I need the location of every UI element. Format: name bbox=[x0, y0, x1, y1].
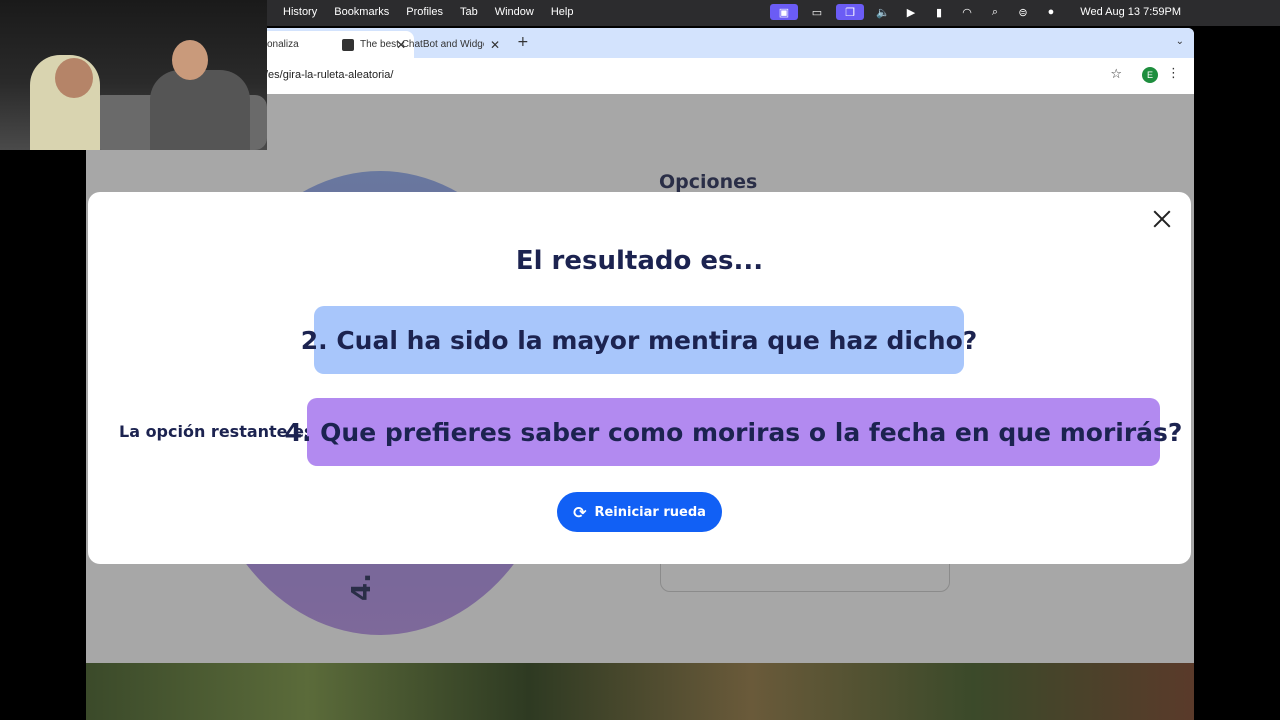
tab-label: The best ChatBot and Widget bbox=[360, 39, 484, 50]
remaining-box: 4. Que prefieres saber como moriras o la… bbox=[285, 398, 1182, 466]
close-icon[interactable] bbox=[1151, 208, 1173, 230]
play-icon[interactable]: ▶ bbox=[902, 4, 920, 20]
result-box: 2. Cual ha sido la mayor mentira que haz… bbox=[301, 306, 977, 374]
menu-bookmarks[interactable]: Bookmarks bbox=[334, 6, 389, 18]
status-icons: ▣ ▭ ❐ 🔈 ▶ ▮ ◠ ⌕ ⊜ ● bbox=[770, 4, 1060, 20]
bookmark-star-icon[interactable]: ☆ bbox=[1110, 67, 1122, 82]
screen-share-icon[interactable]: ▣ bbox=[770, 4, 798, 20]
profile-avatar[interactable]: E bbox=[1142, 67, 1158, 83]
result-modal: El resultado es... 2. Cual ha sido la ma… bbox=[88, 192, 1191, 564]
wifi-icon[interactable]: ◠ bbox=[958, 4, 976, 20]
menu-help[interactable]: Help bbox=[551, 6, 574, 18]
volume-icon[interactable]: 🔈 bbox=[874, 4, 892, 20]
menu-profiles[interactable]: Profiles bbox=[406, 6, 443, 18]
menubar-clock[interactable]: Wed Aug 13 7:59PM bbox=[1080, 6, 1181, 18]
window-icon[interactable]: ❐ bbox=[836, 4, 864, 20]
webcam-overlay bbox=[0, 0, 267, 150]
reset-wheel-label: Reiniciar rueda bbox=[594, 504, 706, 520]
reset-wheel-button[interactable]: ⟳ Reiniciar rueda bbox=[557, 492, 722, 532]
result-title: El resultado es... bbox=[515, 246, 764, 276]
refresh-icon: ⟳ bbox=[573, 502, 587, 522]
siri-icon[interactable]: ● bbox=[1042, 4, 1060, 20]
menu-window[interactable]: Window bbox=[495, 6, 534, 18]
menubar-menus: History Bookmarks Profiles Tab Window He… bbox=[283, 6, 573, 18]
url-field[interactable]: /es/gira-la-ruleta-aleatoria/ bbox=[265, 69, 393, 81]
search-icon[interactable]: ⌕ bbox=[986, 4, 1004, 20]
browser-menu-icon[interactable]: ⋮ bbox=[1167, 66, 1180, 81]
display-icon[interactable]: ▭ bbox=[808, 4, 826, 20]
new-tab-icon[interactable]: + bbox=[517, 34, 529, 50]
webcam-person-left-head bbox=[55, 58, 93, 98]
control-center-icon[interactable]: ⊜ bbox=[1014, 4, 1032, 20]
close-tab-icon[interactable]: ✕ bbox=[490, 38, 500, 52]
chatbot-favicon-icon bbox=[342, 38, 354, 51]
tab-search-chevron-icon[interactable]: ⌄ bbox=[1176, 36, 1184, 47]
webcam-person-right-head bbox=[172, 40, 208, 80]
webcam-person-right bbox=[150, 70, 250, 150]
battery-icon[interactable]: ▮ bbox=[930, 4, 948, 20]
tab-chatbot[interactable]: The best ChatBot and Widget ✕ bbox=[334, 31, 508, 58]
menu-tab[interactable]: Tab bbox=[460, 6, 478, 18]
menu-history[interactable]: History bbox=[283, 6, 317, 18]
